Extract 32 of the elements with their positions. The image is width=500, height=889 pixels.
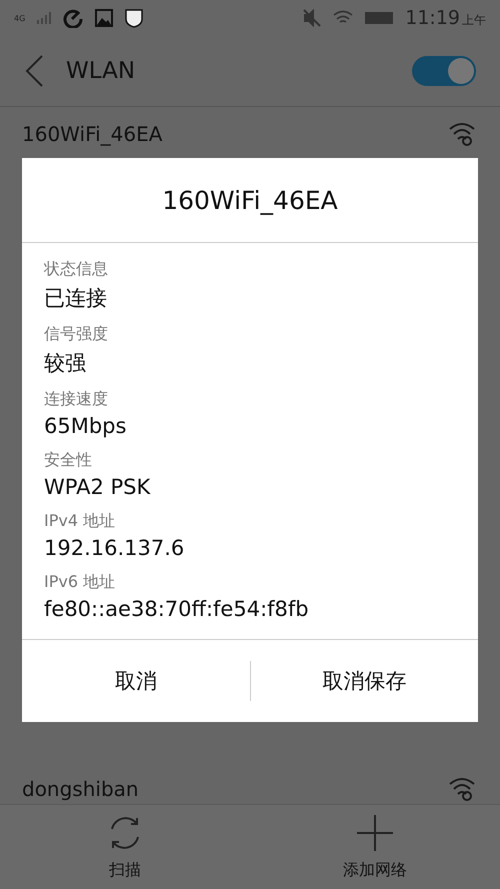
- dialog-title: 160WiFi_46EA: [22, 158, 478, 243]
- field-label: 状态信息: [44, 259, 109, 280]
- battery-icon: [365, 11, 394, 25]
- field-value: 较强: [44, 350, 87, 377]
- signal-icon: [37, 12, 52, 24]
- clock-time: 11:19: [405, 7, 460, 29]
- field-value: 65Mbps: [44, 414, 128, 438]
- page-title: WLAN: [66, 58, 136, 84]
- field-value: WPA2 PSK: [44, 475, 152, 499]
- field-label: 信号强度: [44, 324, 109, 345]
- field-label: IPv6 地址: [44, 572, 116, 593]
- field-value: 192.16.137.6: [44, 536, 186, 560]
- wifi-lock-icon: [448, 776, 476, 802]
- scan-button[interactable]: 扫描: [0, 805, 250, 889]
- field-value: 已连接: [44, 285, 108, 312]
- network-name[interactable]: dongshiban: [22, 777, 448, 801]
- image-icon: [95, 9, 114, 27]
- network-name[interactable]: 160WiFi_46EA: [22, 122, 448, 146]
- network-type: 4G: [14, 14, 26, 22]
- gauge-icon: [63, 8, 84, 28]
- plus-icon: [356, 814, 394, 852]
- add-network-button[interactable]: 添加网络: [250, 805, 500, 889]
- field-label: 安全性: [44, 450, 93, 471]
- shield-icon: [125, 8, 144, 28]
- wifi-lock-icon: [448, 121, 476, 147]
- clock-period: 上午: [462, 13, 486, 27]
- wlan-toggle[interactable]: [412, 56, 476, 86]
- back-icon[interactable]: [24, 55, 44, 87]
- field-label: 连接速度: [44, 389, 109, 410]
- field-value: fe80::ae38:70ff:fe54:f8fb: [44, 597, 310, 621]
- field-label: IPv4 地址: [44, 511, 116, 532]
- mute-icon: [303, 9, 322, 27]
